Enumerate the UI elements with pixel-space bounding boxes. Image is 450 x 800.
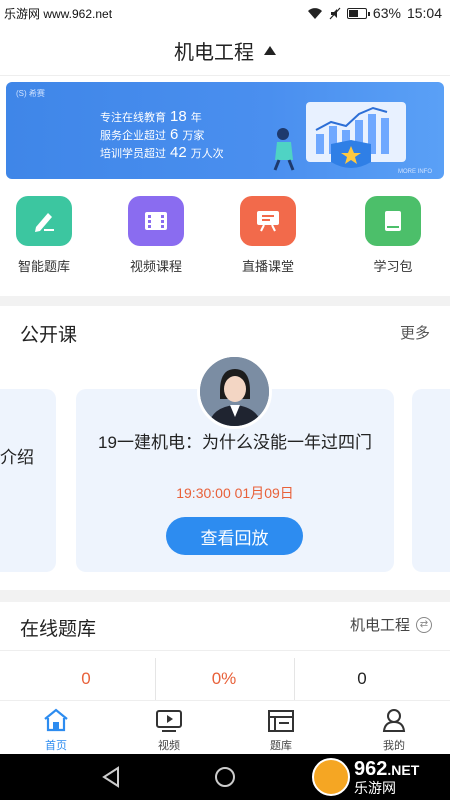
feature-label: 视频课程: [129, 259, 182, 274]
watermark-sub: 乐游网: [354, 779, 396, 796]
promo-banner[interactable]: (S) 希赛 专注在线教育 18 年 服务企业超过 6 万家 培训学员超过 42 万人次 M…: [6, 82, 444, 179]
caret-up-icon: [264, 46, 276, 55]
course-title: 19一建机电：为什么没能一年过四门: [98, 433, 372, 452]
status-left: 乐游网 www.962.net: [4, 5, 112, 22]
tab-label: 首页: [45, 740, 67, 752]
tab-question-bank[interactable]: 题库: [251, 705, 311, 753]
tab-home[interactable]: 首页: [26, 705, 86, 753]
course-card-previous[interactable]: 介绍: [0, 389, 56, 572]
battery-percent: 63%: [372, 5, 401, 21]
course-card-peek-text: 介绍: [0, 448, 34, 467]
banner-line-1-text: 专注在线教育: [100, 112, 166, 124]
section-title-open-courses: 公开课: [20, 325, 78, 346]
tab-label: 题库: [270, 740, 292, 752]
course-time: 19:30:00 01月09日: [176, 485, 294, 501]
bottom-tab-bar: 首页 视频 题库 我的: [0, 700, 450, 754]
banner-line-1: 专注在线教育 18 年: [100, 108, 202, 125]
teacher-avatar: [197, 354, 272, 429]
wifi-icon: [307, 7, 322, 19]
book-icon: [365, 196, 421, 246]
feature-label: 直播课堂: [241, 259, 294, 274]
profile-icon: [364, 705, 424, 733]
battery-fill: [348, 9, 359, 17]
divider: [155, 658, 156, 704]
home-icon: [26, 705, 86, 733]
feature-label: 智能题库: [17, 259, 70, 274]
watermark-big: 962: [354, 757, 388, 780]
watch-replay-button[interactable]: 查看回放: [166, 517, 303, 555]
watermark-logo-icon: [312, 758, 350, 796]
tab-label: 我的: [383, 740, 405, 752]
video-icon: [139, 705, 199, 733]
board-icon: [240, 196, 296, 246]
feature-live-classroom[interactable]: 直播课堂: [223, 196, 313, 275]
banner-line-3-unit: 万人次: [190, 148, 224, 160]
back-icon[interactable]: [100, 766, 122, 788]
watermark-text: 乐游网 www.962.net: [4, 6, 113, 21]
site-watermark-logo: 962.NET 乐游网: [312, 757, 442, 797]
watermark-net: .NET: [387, 761, 420, 778]
subject-selector[interactable]: 机电工程: [0, 26, 450, 76]
banner-brand: (S) 希赛: [16, 89, 45, 98]
banner-line-3-number: 42: [170, 144, 187, 161]
battery-icon: [346, 7, 370, 19]
home-nav-icon[interactable]: [213, 766, 237, 788]
divider: [294, 658, 295, 704]
watermark-text-block: 962.NET 乐游网: [354, 759, 419, 796]
course-card-next[interactable]: [412, 389, 450, 572]
banner-line-2-unit: 万家: [182, 130, 205, 142]
swap-icon: ⇄: [416, 616, 432, 633]
bank-subject-switch[interactable]: 机电工程 ⇄: [350, 614, 432, 635]
page-title: 机电工程: [174, 42, 254, 64]
status-time: 15:04: [406, 5, 442, 21]
banner-line-2-number: 6: [170, 126, 179, 143]
stat-value: 0: [81, 669, 91, 688]
banner-fine-print: MORE INFO: [398, 169, 432, 175]
feature-smart-question-bank[interactable]: 智能题库: [0, 196, 89, 275]
tab-label: 视频: [158, 740, 180, 752]
tab-video[interactable]: 视频: [139, 705, 199, 753]
banner-line-1-unit: 年: [190, 112, 202, 124]
banner-line-2: 服务企业超过 6 万家: [100, 126, 204, 143]
banner-line-3: 培训学员超过 42 万人次: [100, 144, 224, 161]
feature-video-courses[interactable]: 视频课程: [111, 196, 201, 275]
divider: [0, 650, 450, 651]
banner-line-3-text: 培训学员超过: [100, 148, 166, 160]
section-title-question-bank: 在线题库: [20, 619, 97, 640]
mute-icon: [329, 7, 341, 19]
tab-profile[interactable]: 我的: [364, 705, 424, 753]
pencil-icon: [16, 196, 72, 246]
status-right: 63% 15:04: [307, 5, 442, 21]
banner-illustration: [273, 102, 406, 171]
feature-study-pack[interactable]: 学习包: [348, 196, 438, 275]
film-icon: [128, 196, 184, 246]
banner-line-2-text: 服务企业超过: [100, 130, 166, 142]
feature-label: 学习包: [373, 259, 413, 274]
more-link[interactable]: 更多: [400, 322, 430, 343]
stat-value: 0%: [211, 669, 237, 688]
bank-subject-label: 机电工程: [349, 617, 410, 634]
question-bank-icon: [251, 705, 311, 733]
banner-line-1-number: 18: [170, 108, 187, 125]
stat-value: 0: [357, 669, 367, 688]
status-bar: 乐游网 www.962.net 63% 15:04: [0, 0, 450, 26]
